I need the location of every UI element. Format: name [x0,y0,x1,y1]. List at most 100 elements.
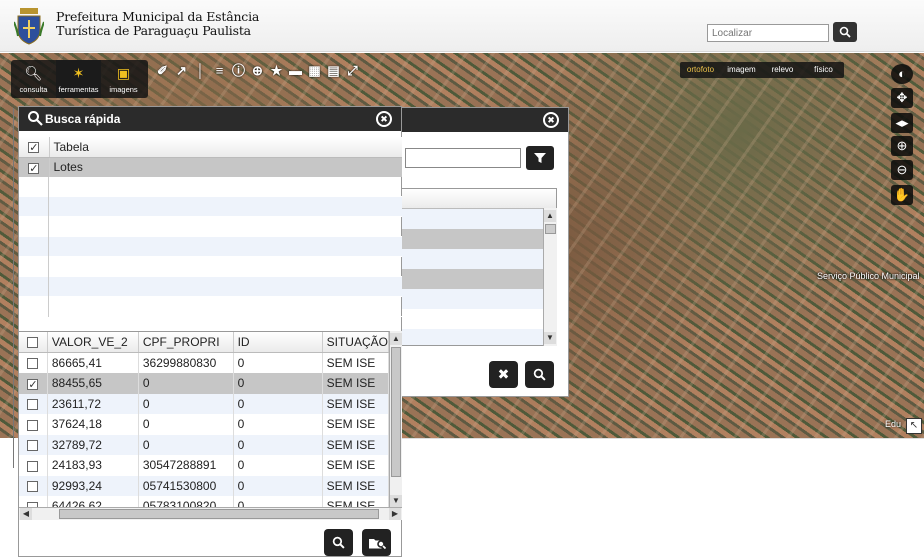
select-all-layers-checkbox[interactable] [28,142,40,154]
row-checkbox[interactable] [27,378,39,390]
scroll-left-icon[interactable]: ◀ [20,508,32,520]
layer-ortofoto[interactable]: ortofoto [680,62,721,78]
scroll-down-icon[interactable]: ▼ [390,495,402,507]
cell-id: 0 [233,414,323,435]
cell-cpf: 05741530800 [138,475,234,496]
table-row[interactable]: 32789,72 0 0 SEM ISE [19,434,390,455]
layer-table: Tabela Lotes [19,137,402,177]
table-row[interactable]: 86665,41 36299880830 0 SEM ISE [19,352,390,373]
layer-imagem[interactable]: imagem [721,62,762,78]
app-header: Prefeitura Municipal da Estância Turísti… [0,0,924,52]
cell-situacao: SEM ISE [322,475,390,496]
table-row[interactable]: 24183,93 30547288891 0 SEM ISE [19,455,390,476]
cell-valor: 37624,18 [47,414,139,435]
filter-list-scrollbar[interactable]: ▲ ▼ [543,208,557,346]
close-icon[interactable]: ✖ [543,112,559,128]
cell-situacao: SEM ISE [322,414,390,435]
table-row[interactable]: 92993,24 05741530800 0 SEM ISE [19,475,390,496]
results-table-wrapper: VALOR_VE_2 CPF_PROPRI ID SITUAÇÃO 86665,… [19,331,402,515]
search-icon [533,368,546,381]
row-checkbox[interactable] [27,440,39,452]
cell-valor: 86665,41 [47,352,139,373]
cell-situacao: SEM ISE [322,434,390,455]
crosshair-icon[interactable]: ⊕ [250,63,265,78]
scroll-up-icon[interactable]: ▲ [390,333,402,345]
scroll-thumb[interactable] [545,224,556,234]
select-all-rows-checkbox[interactable] [27,337,39,349]
image-icon: ▣ [116,65,131,81]
cell-valor: 88455,65 [47,373,139,394]
locate-search-input[interactable] [707,24,829,42]
row-checkbox[interactable] [27,358,39,370]
quick-search-button[interactable] [324,529,353,556]
locate-search-button[interactable] [833,22,857,42]
cell-id: 0 [233,352,323,373]
ferramentas-button[interactable]: ✶ ferramentas [56,60,101,98]
layer-relevo[interactable]: relevo [762,62,803,78]
cancel-button[interactable]: ✖ [489,361,518,388]
panel-edge [13,108,14,468]
row-checkbox[interactable] [27,460,39,472]
layers-icon[interactable]: ≡ [212,63,227,78]
filter-button[interactable] [526,146,554,170]
layer-checkbox[interactable] [28,162,40,174]
measure-line-icon[interactable]: ↗ [174,63,189,78]
prev-next-icon[interactable]: ◂▸ [891,113,913,133]
folder-search-icon [368,538,386,549]
search-icon: 🔍︎ [24,65,43,81]
ruler-icon[interactable]: │ [193,63,208,78]
close-icon[interactable]: ✖ [376,111,392,127]
filter-search-button[interactable] [525,361,554,388]
column-header[interactable]: CPF_PROPRI [138,332,234,353]
zoom-in-icon[interactable]: ⊕ [891,136,913,156]
scroll-thumb[interactable] [391,347,401,477]
row-checkbox[interactable] [27,399,39,411]
pan-icon[interactable]: ✥ [891,88,913,108]
info-icon[interactable]: ⓘ [231,63,246,78]
imagens-button[interactable]: ▣ imagens [101,60,146,98]
cell-id: 0 [233,393,323,414]
fullscreen-icon[interactable]: ⤢ [345,63,360,78]
results-horizontal-scrollbar[interactable]: ◀ ▶ [19,507,402,520]
table-row[interactable]: 37624,18 0 0 SEM ISE [19,414,390,435]
folder-icon[interactable]: ▬ [288,63,303,78]
row-checkbox[interactable] [27,419,39,431]
layer-row[interactable]: Lotes [19,157,402,177]
hand-icon[interactable]: ✋ [891,185,913,205]
scroll-up-icon[interactable]: ▲ [544,210,556,222]
results-vertical-scrollbar[interactable]: ▲ ▼ [389,331,402,509]
cell-cpf: 36299880830 [138,352,234,373]
row-checkbox[interactable] [27,481,39,493]
table-row[interactable]: 88455,65 0 0 SEM ISE [19,373,390,394]
city-crest-icon [14,8,44,45]
cell-valor: 32789,72 [47,434,139,455]
scroll-thumb[interactable] [59,509,379,519]
map-label-service: Serviço Público Municipal [817,271,920,281]
column-header[interactable]: ID [233,332,323,353]
print-icon[interactable]: ▦ [307,63,322,78]
star-icon[interactable]: ★ [269,63,284,78]
search-icon [332,536,345,549]
expand-arrow-icon[interactable]: ↖ [906,418,922,434]
xy-icon[interactable]: ▤ [326,63,341,78]
table-row[interactable]: 23611,72 0 0 SEM ISE [19,393,390,414]
cell-situacao: SEM ISE [322,393,390,414]
layer-fisico[interactable]: físico [803,62,844,78]
eraser-icon[interactable]: ✐ [155,63,170,78]
filter-result-list [401,188,557,346]
scroll-down-icon[interactable]: ▼ [544,332,556,344]
layer-table-empty-rows [19,177,402,325]
consulta-button[interactable]: 🔍︎ consulta [11,60,56,98]
scroll-right-icon[interactable]: ▶ [389,508,401,520]
column-header[interactable]: SITUAÇÃO [322,332,390,353]
tools-icon: ✶ [72,65,85,81]
map-label-edu: Edu [885,419,902,429]
results-table: VALOR_VE_2 CPF_PROPRI ID SITUAÇÃO 86665,… [19,332,390,515]
globe-icon[interactable]: ◐ [891,64,913,84]
zoom-out-icon[interactable]: ⊖ [891,160,913,180]
cell-id: 0 [233,434,323,455]
column-header[interactable]: VALOR_VE_2 [47,332,139,353]
folder-search-button[interactable] [362,529,391,556]
cell-id: 0 [233,475,323,496]
filter-input[interactable] [405,148,521,168]
